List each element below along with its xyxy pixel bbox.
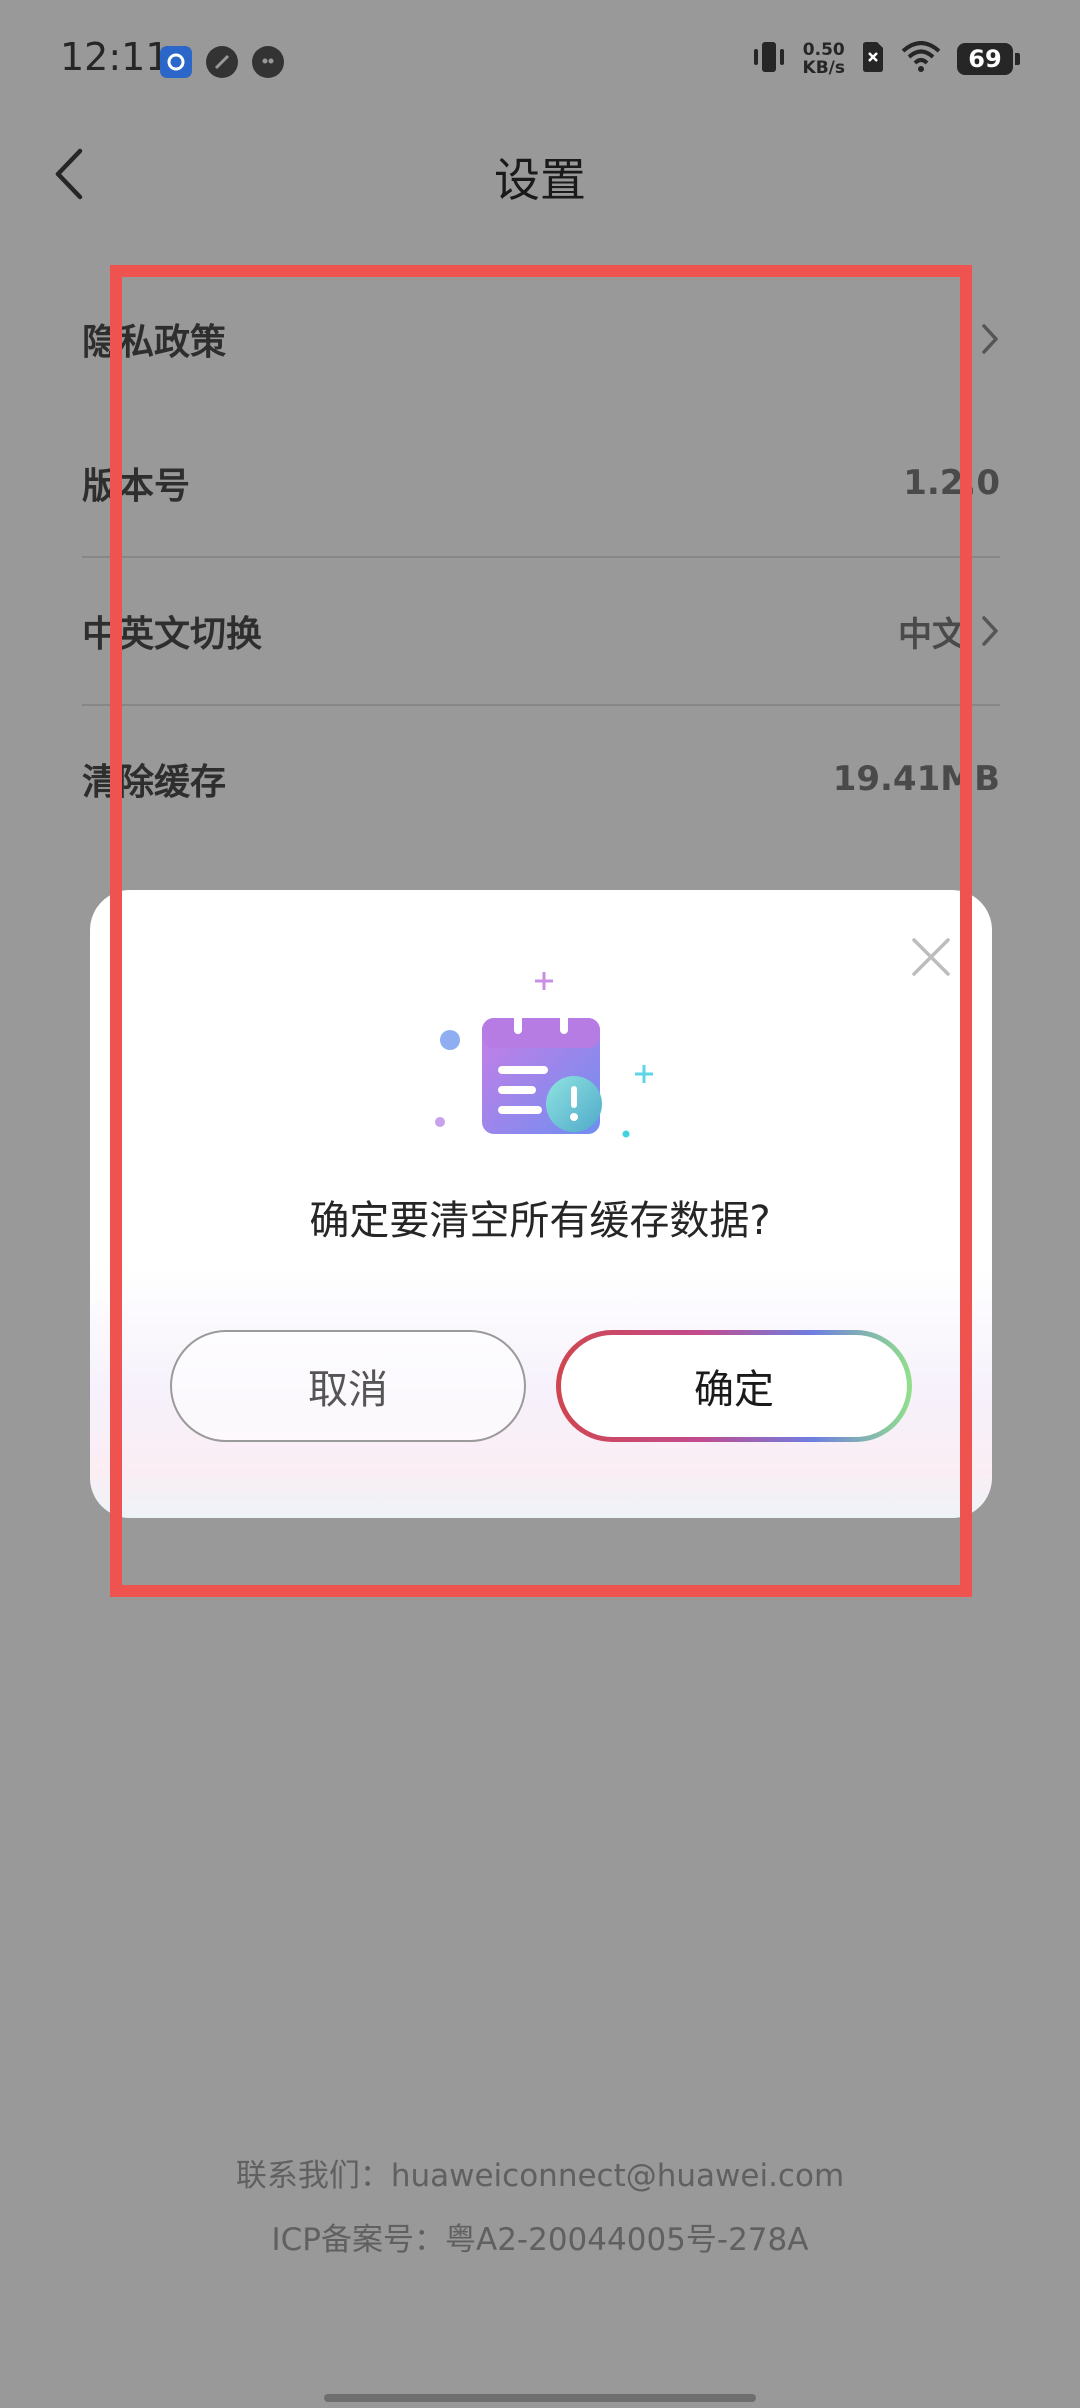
- leaf-notification-icon: [206, 46, 238, 78]
- battery-indicator: 69: [957, 43, 1020, 75]
- contact-text: 联系我们：huaweiconnect@huawei.com: [235, 2158, 845, 2194]
- status-time: 12:11: [60, 35, 170, 79]
- system-status-icons: 0.50 KB/s 69: [751, 40, 1020, 78]
- mascot-notification-icon: [252, 46, 284, 78]
- chevron-right-icon: [982, 616, 998, 646]
- no-sim-icon: [861, 41, 885, 77]
- chevron-right-icon: [982, 324, 998, 354]
- icp-text: ICP备案号：粤A2-20044005号-278A: [271, 2222, 809, 2258]
- vibrate-icon: [751, 40, 787, 78]
- app-notification-icon: [160, 46, 192, 78]
- wifi-icon: [901, 41, 941, 77]
- notification-icons: [160, 46, 284, 78]
- home-indicator[interactable]: [324, 2394, 756, 2402]
- network-speed: 0.50 KB/s: [802, 40, 845, 78]
- highlight-box: [110, 265, 972, 1597]
- page-title: 设置: [494, 153, 586, 207]
